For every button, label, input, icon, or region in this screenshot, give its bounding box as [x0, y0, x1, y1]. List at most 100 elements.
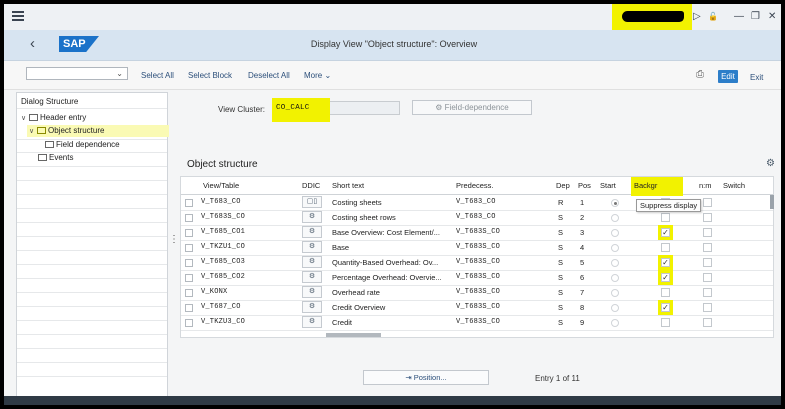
- ddic-button[interactable]: ⚙: [302, 316, 322, 328]
- table-row[interactable]: V_TKZU1_CO ⚙ Base V_T683S_CO S 4: [181, 240, 773, 256]
- start-radio[interactable]: [611, 274, 619, 282]
- ddic-button[interactable]: ⚙: [302, 301, 322, 313]
- divider: [17, 376, 167, 377]
- restore-icon[interactable]: ❐: [751, 11, 760, 23]
- column-header[interactable]: Predecess.: [456, 181, 494, 190]
- nm-checkbox[interactable]: [703, 303, 712, 312]
- start-radio[interactable]: [611, 214, 619, 222]
- expand-chevron-icon: ∨: [21, 115, 27, 122]
- row-selector[interactable]: [185, 259, 193, 267]
- select-block-button[interactable]: Select Block: [188, 71, 232, 80]
- start-radio[interactable]: [611, 199, 619, 207]
- field-dependence-button[interactable]: ⚙ Field-dependence: [412, 100, 532, 115]
- nm-checkbox[interactable]: [703, 273, 712, 282]
- ddic-button[interactable]: ⚙: [302, 226, 322, 238]
- backgr-checkbox[interactable]: [661, 243, 670, 252]
- ddic-button[interactable]: ⚙: [302, 241, 322, 253]
- minimize-icon[interactable]: —: [734, 11, 744, 23]
- row-selector[interactable]: [185, 274, 193, 282]
- table-row[interactable]: V_T687_CO ⚙ Credit Overview V_T683S_CO S…: [181, 300, 773, 316]
- view-table-cell: V_KONX: [201, 288, 228, 296]
- tree-item-events[interactable]: Events: [37, 153, 73, 162]
- row-selector[interactable]: [185, 199, 193, 207]
- table-settings-icon[interactable]: ⚙: [766, 158, 775, 169]
- tree-item-header-entry[interactable]: ∨ Header entry: [21, 113, 86, 122]
- ddic-button[interactable]: ⚙: [302, 271, 322, 283]
- row-selector[interactable]: [185, 319, 193, 327]
- backgr-checkbox[interactable]: [661, 288, 670, 297]
- start-radio[interactable]: [611, 229, 619, 237]
- short-text-cell: Credit: [332, 318, 353, 327]
- nm-checkbox[interactable]: [703, 318, 712, 327]
- table-row[interactable]: V_T685_CO2 ⚙ Percentage Overhead: Overvi…: [181, 270, 773, 286]
- nm-checkbox[interactable]: [703, 258, 712, 267]
- view-table-cell: V_T685_CO3: [201, 258, 246, 266]
- ddic-button[interactable]: ⚙: [302, 286, 322, 298]
- play-icon[interactable]: ▷: [693, 11, 701, 23]
- table-row[interactable]: V_T685_CO3 ⚙ Quantity-Based Overhead: Ov…: [181, 255, 773, 271]
- action-dropdown[interactable]: ⌄: [26, 67, 128, 80]
- backgr-checkbox[interactable]: ✓: [661, 228, 670, 237]
- pane-splitter-handle[interactable]: ⋮: [169, 234, 179, 245]
- backgr-checkbox[interactable]: ✓: [661, 273, 670, 282]
- column-header[interactable]: Switch: [723, 181, 745, 190]
- backgr-checkbox[interactable]: ✓: [661, 303, 670, 312]
- close-icon[interactable]: ✕: [768, 11, 776, 23]
- divider: [17, 194, 167, 195]
- table-row[interactable]: V_TKZU3_CO ⚙ Credit V_T683S_CO S 9: [181, 315, 773, 331]
- column-header[interactable]: Backgr: [634, 181, 657, 190]
- table-row[interactable]: V_KONX ⚙ Overhead rate V_T683S_CO S 7: [181, 285, 773, 301]
- pos-cell: 1: [580, 198, 585, 207]
- edit-button[interactable]: Edit: [718, 70, 738, 83]
- backgr-checkbox[interactable]: ✓: [661, 258, 670, 267]
- lock-icon[interactable]: 🔓: [708, 11, 718, 23]
- back-arrow-icon[interactable]: ‹: [30, 36, 35, 52]
- position-button[interactable]: ⇥ Position...: [363, 370, 489, 385]
- backgr-checkbox[interactable]: [661, 213, 670, 222]
- more-button[interactable]: More ⌄: [304, 71, 331, 80]
- table-row[interactable]: V_T685_CO1 ⚙ Base Overview: Cost Element…: [181, 225, 773, 241]
- backgr-checkbox[interactable]: [661, 318, 670, 327]
- tree-item-field-dependence[interactable]: Field dependence: [44, 140, 120, 149]
- divider: [17, 236, 167, 237]
- exit-button[interactable]: Exit: [750, 73, 763, 82]
- column-header[interactable]: DDIC: [302, 181, 320, 190]
- row-selector[interactable]: [185, 289, 193, 297]
- table-row[interactable]: V_T683S_CO ⚙ Costing sheet rows V_T683_C…: [181, 210, 773, 226]
- column-header[interactable]: View/Table: [203, 181, 239, 190]
- tree-item-object-structure[interactable]: ∨ Object structure: [29, 126, 104, 135]
- start-radio[interactable]: [611, 319, 619, 327]
- horizontal-scrollbar[interactable]: [326, 333, 381, 337]
- divider: [17, 180, 167, 181]
- row-selector[interactable]: [185, 304, 193, 312]
- divider: [17, 362, 167, 363]
- nm-checkbox[interactable]: [703, 228, 712, 237]
- row-selector[interactable]: [185, 229, 193, 237]
- hamburger-menu-icon[interactable]: [12, 11, 24, 21]
- vertical-scrollbar[interactable]: [770, 195, 774, 209]
- row-selector[interactable]: [185, 214, 193, 222]
- ddic-button[interactable]: ⚙: [302, 211, 322, 223]
- start-radio[interactable]: [611, 304, 619, 312]
- nm-checkbox[interactable]: [703, 288, 712, 297]
- nm-checkbox[interactable]: [703, 198, 712, 207]
- row-selector[interactable]: [185, 244, 193, 252]
- dep-cell: S: [558, 303, 564, 312]
- pos-cell: 6: [580, 273, 585, 282]
- ddic-button[interactable]: ⚙: [302, 256, 322, 268]
- ddic-button[interactable]: ▢▯: [302, 196, 322, 208]
- start-radio[interactable]: [611, 289, 619, 297]
- column-header[interactable]: Dep: [556, 181, 570, 190]
- column-header[interactable]: Pos: [578, 181, 591, 190]
- start-radio[interactable]: [611, 244, 619, 252]
- column-header[interactable]: Start: [600, 181, 616, 190]
- nm-checkbox[interactable]: [703, 243, 712, 252]
- deselect-all-button[interactable]: Deselect All: [248, 71, 290, 80]
- start-radio[interactable]: [611, 259, 619, 267]
- print-icon[interactable]: ⎙: [696, 69, 704, 80]
- column-header[interactable]: n:m: [699, 181, 712, 190]
- column-header[interactable]: Short text: [332, 181, 364, 190]
- nm-checkbox[interactable]: [703, 213, 712, 222]
- folder-icon: [29, 114, 38, 121]
- select-all-button[interactable]: Select All: [141, 71, 174, 80]
